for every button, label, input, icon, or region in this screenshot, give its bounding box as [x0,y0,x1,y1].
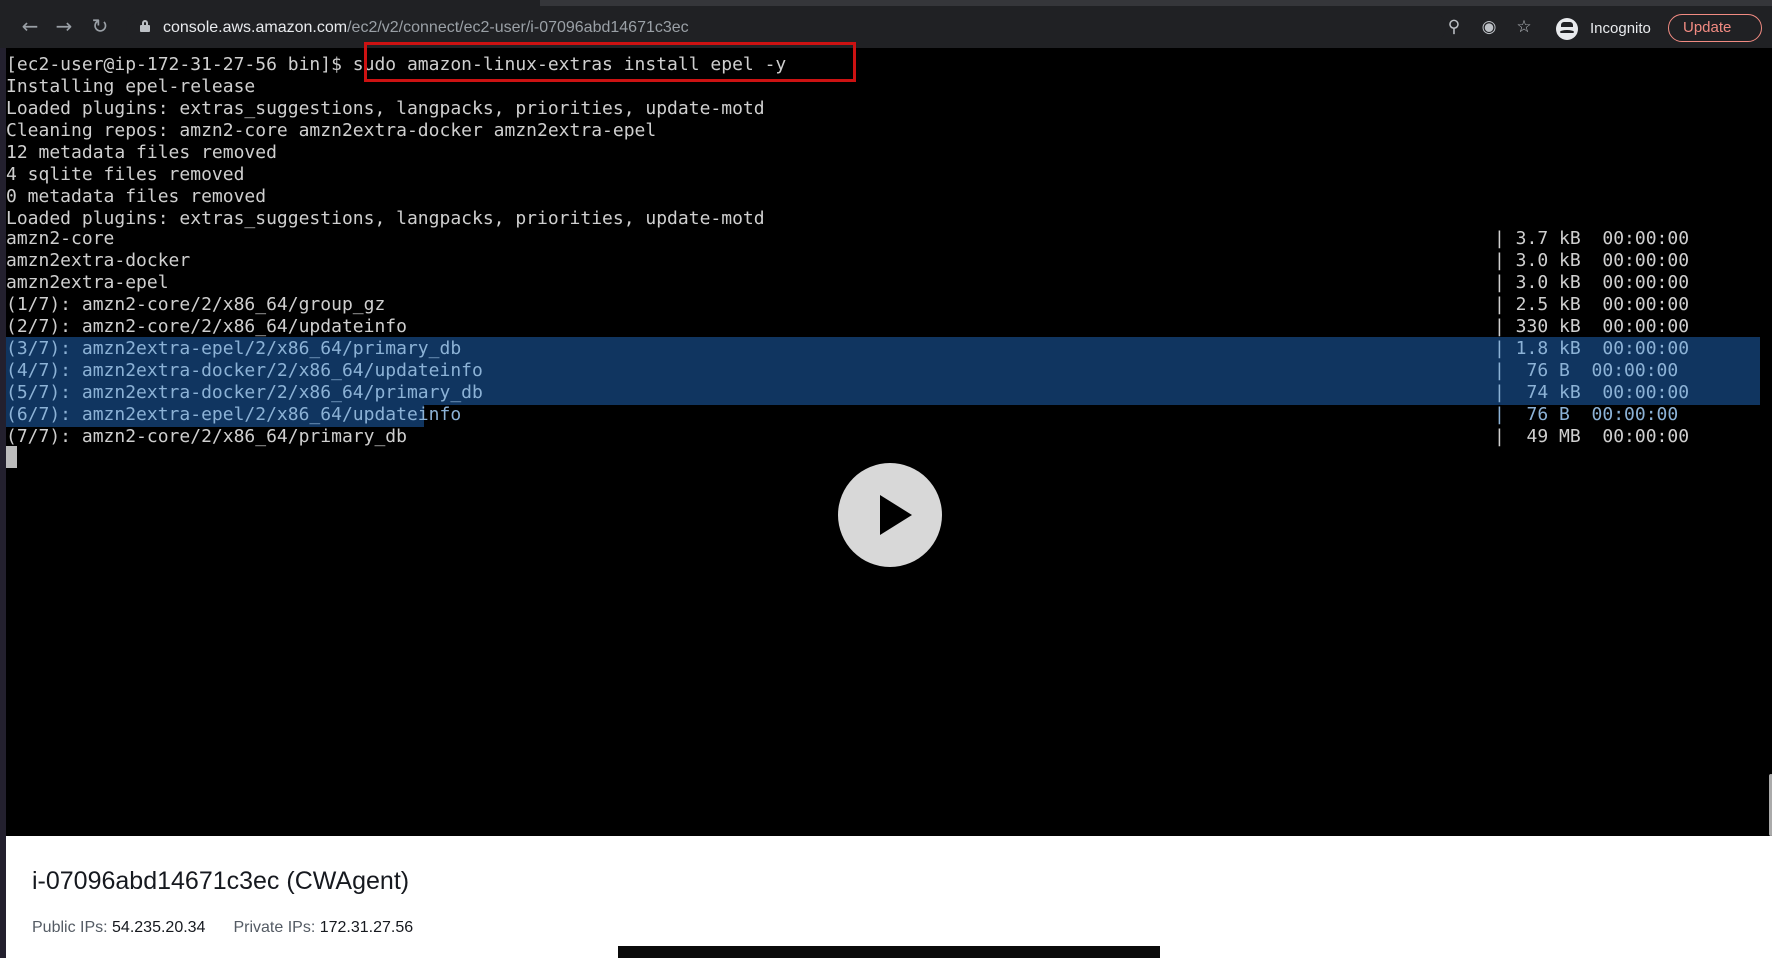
repo-row: amzn2extra-docker | 3.0 kB 00:00:00 [6,250,1760,272]
repo-name: amzn2extra-epel [6,272,169,293]
output-line: Loaded plugins: extras_suggestions, lang… [6,98,765,119]
video-caption-box [618,946,1160,958]
repo-size: | 3.7 kB 00:00:00 [1494,228,1690,249]
back-icon[interactable]: ← [18,14,42,38]
repo-name: (1/7): amzn2-core/2/x86_64/group_gz [6,294,386,315]
eye-off-icon[interactable]: ◉ [1479,17,1499,37]
instance-title: i-07096abd14671c3ec (CWAgent) [32,867,410,895]
repo-size: | 76 B 00:00:00 [1494,360,1679,381]
repo-size: | 76 B 00:00:00 [1494,404,1679,425]
repo-name: (2/7): amzn2-core/2/x86_64/updateinfo [6,316,407,337]
shell-prompt: [ec2-user@ip-172-31-27-56 bin]$ [6,54,353,75]
private-ip-value: 172.31.27.56 [319,919,414,936]
star-icon[interactable]: ☆ [1514,17,1534,37]
repo-row: amzn2extra-epel | 3.0 kB 00:00:00 [6,272,1760,294]
zoom-icon[interactable]: ⚲ [1444,17,1464,37]
repo-name: (3/7): amzn2extra-epel/2/x86_64/primary_… [6,338,462,359]
update-button[interactable]: Update [1668,14,1762,42]
reload-icon[interactable]: ↻ [88,14,112,38]
tab-strip [0,0,1772,6]
terminal-cursor [6,446,17,468]
repo-row: (2/7): amzn2-core/2/x86_64/updateinfo | 3… [6,316,1760,338]
public-ip-value: 54.235.20.34 [112,919,206,936]
forward-icon[interactable]: → [52,14,76,38]
private-ip-label: Private IPs: [233,919,320,936]
output-line: 4 sqlite files removed [6,164,245,185]
incognito-icon[interactable] [1556,18,1578,40]
output-line: Cleaning repos: amzn2-core amzn2extra-do… [6,120,657,141]
prompt-line: [ec2-user@ip-172-31-27-56 bin]$ sudo ama… [6,54,1760,76]
repo-size: | 1.8 kB 00:00:00 [1494,338,1690,359]
repo-name: (6/7): amzn2extra-epel/2/x86_64/updatein… [6,404,462,425]
output-line: 0 metadata files removed [6,186,267,207]
repo-row: (6/7): amzn2extra-epel/2/x86_64/updatein… [6,404,1760,426]
url-path: /ec2/v2/connect/ec2-user/i-07096abd14671… [347,19,689,36]
repo-row: (1/7): amzn2-core/2/x86_64/group_gz | 2.5… [6,294,1760,316]
repo-size: | 49 MB 00:00:00 [1494,426,1690,447]
repo-name: (4/7): amzn2extra-docker/2/x86_64/update… [6,360,483,381]
repo-size: | 2.5 kB 00:00:00 [1494,294,1690,315]
output-line: Installing epel-release [6,76,256,97]
browser-toolbar: ← → ↻ console.aws.amazon.com/ec2/v2/conn… [0,0,1772,48]
repo-size: | 330 kB 00:00:00 [1494,316,1690,337]
repo-row: (7/7): amzn2-core/2/x86_64/primary_db | 4… [6,426,1760,448]
repo-row: amzn2-core | 3.7 kB 00:00:00 [6,228,1760,250]
repo-size: | 74 kB 00:00:00 [1494,382,1690,403]
terminal-window[interactable]: [ec2-user@ip-172-31-27-56 bin]$ sudo ama… [6,42,1772,836]
repo-row-selected: (5/7): amzn2extra-docker/2/x86_64/primar… [6,382,1760,404]
repo-row-selected: (3/7): amzn2extra-epel/2/x86_64/primary_… [6,338,1760,360]
lock-icon[interactable] [140,20,150,32]
active-tab[interactable] [0,0,540,6]
repo-row-selected: (4/7): amzn2extra-docker/2/x86_64/update… [6,360,1760,382]
instance-info-panel: i-07096abd14671c3ec (CWAgent) Public IPs… [6,836,1772,958]
repo-size: | 3.0 kB 00:00:00 [1494,272,1690,293]
output-line: Loaded plugins: extras_suggestions, lang… [6,208,765,229]
url-text[interactable]: console.aws.amazon.com/ec2/v2/connect/ec… [163,19,689,37]
repo-name: amzn2-core [6,228,115,249]
url-host: console.aws.amazon.com [163,19,348,36]
repo-name: (5/7): amzn2extra-docker/2/x86_64/primar… [6,382,483,403]
repo-name: (7/7): amzn2-core/2/x86_64/primary_db [6,426,407,447]
repo-name: amzn2extra-docker [6,250,191,271]
output-line: 12 metadata files removed [6,142,277,163]
ip-addresses: Public IPs: 54.235.20.34 Private IPs: 172… [32,918,413,938]
public-ip-label: Public IPs: [32,919,113,936]
repo-size: | 3.0 kB 00:00:00 [1494,250,1690,271]
incognito-label[interactable]: Incognito [1590,20,1651,38]
play-icon[interactable] [838,463,942,567]
